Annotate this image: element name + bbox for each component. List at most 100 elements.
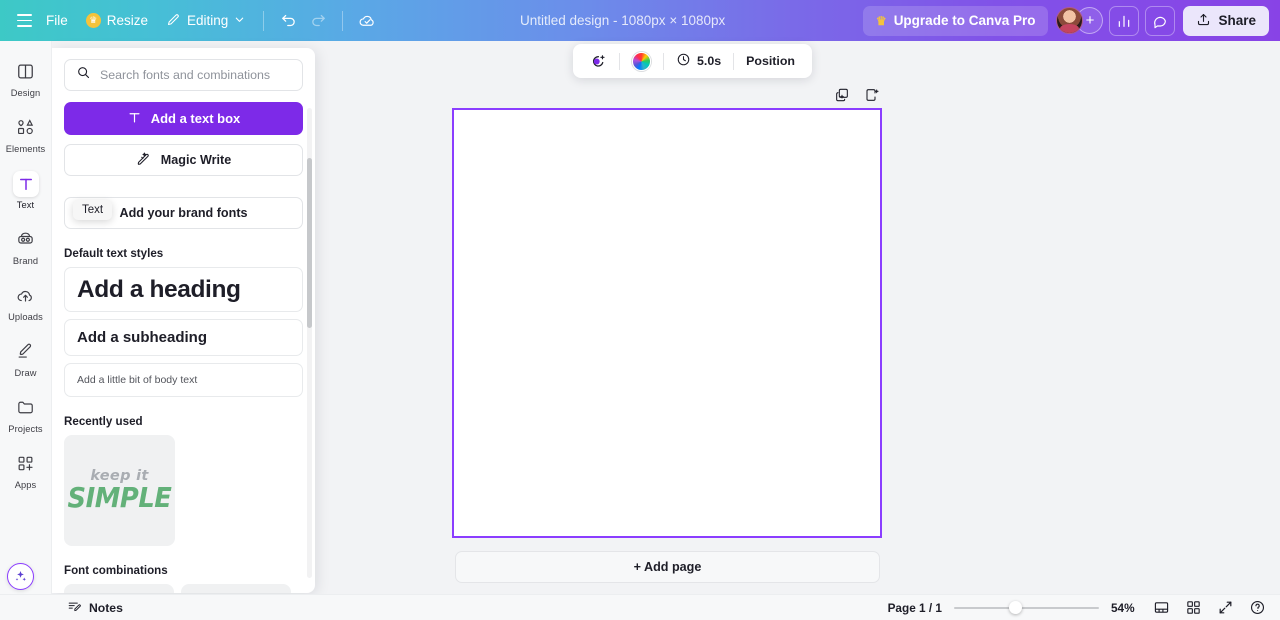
- design-icon: [13, 59, 39, 85]
- undo-icon[interactable]: [273, 7, 303, 35]
- zoom-slider-track: [954, 606, 1099, 609]
- style-add-heading[interactable]: Add a heading: [64, 267, 303, 312]
- add-page-icon[interactable]: [861, 85, 881, 105]
- uploads-icon: [13, 283, 39, 309]
- zoom-level[interactable]: 54%: [1111, 601, 1139, 615]
- redo-icon[interactable]: [303, 7, 333, 35]
- add-page-button[interactable]: + Add page: [455, 551, 880, 583]
- top-bar-right-group: ♛ Upgrade to Canva Pro + Share: [862, 5, 1280, 36]
- cloud-saved-icon[interactable]: [352, 7, 382, 35]
- recent-font-thumbnail[interactable]: keep it SIMPLE: [64, 435, 175, 546]
- divider: [733, 52, 735, 70]
- elements-icon: [13, 115, 39, 141]
- upgrade-label: Upgrade to Canva Pro: [893, 13, 1036, 28]
- draw-icon: [13, 339, 39, 365]
- font-combination-card[interactable]: [181, 584, 291, 593]
- font-search-box[interactable]: [64, 59, 303, 91]
- comment-icon[interactable]: [1145, 5, 1176, 36]
- top-bar-left-group: File ♛ Resize Editing: [0, 7, 382, 35]
- brand-icon: [13, 227, 39, 253]
- zoom-slider[interactable]: [954, 601, 1099, 615]
- sidebar-label: Uploads: [8, 311, 43, 322]
- sidebar-item-projects[interactable]: Projects: [2, 386, 50, 442]
- share-upload-icon: [1196, 12, 1211, 30]
- font-combination-card[interactable]: [64, 584, 174, 593]
- file-menu-label: File: [46, 13, 68, 28]
- document-title[interactable]: Untitled design - 1080px × 1080px: [510, 9, 735, 32]
- notes-icon: [67, 599, 82, 617]
- sidebar-label: Projects: [8, 423, 43, 434]
- bottom-bar: Notes Page 1 / 1 54%: [0, 594, 1280, 620]
- projects-icon: [13, 395, 39, 421]
- magic-pen-icon: [136, 151, 152, 170]
- sidebar-label: Draw: [14, 367, 37, 378]
- resize-label: Resize: [106, 13, 149, 28]
- position-button[interactable]: Position: [739, 48, 802, 74]
- sidebar-item-elements[interactable]: Elements: [2, 106, 50, 162]
- font-combinations-grid: [64, 584, 303, 593]
- rail-tooltip: Text: [73, 200, 113, 220]
- pencil-icon: [166, 12, 181, 30]
- divider: [342, 10, 344, 31]
- sidebar-item-apps[interactable]: Apps: [2, 442, 50, 498]
- bar-chart-icon[interactable]: [1109, 5, 1140, 36]
- zoom-slider-thumb[interactable]: [1009, 601, 1022, 614]
- page-tools: [832, 85, 881, 105]
- expand-icon[interactable]: [1215, 598, 1235, 618]
- sidebar-label: Design: [10, 87, 41, 98]
- element-toolbar: 5.0s Position: [573, 44, 812, 78]
- text-icon: [12, 170, 39, 197]
- font-combinations-title: Font combinations: [64, 564, 168, 577]
- sidebar-label: Apps: [14, 479, 37, 490]
- search-icon: [76, 65, 91, 85]
- add-text-box-button[interactable]: Add a text box: [64, 102, 303, 135]
- style-add-subheading[interactable]: Add a subheading: [64, 319, 303, 356]
- chevron-down-icon: [234, 13, 245, 28]
- share-label: Share: [1218, 13, 1256, 28]
- hamburger-menu-icon[interactable]: [11, 7, 37, 35]
- duplicate-page-icon[interactable]: [832, 85, 852, 105]
- page-indicator: Page 1 / 1: [887, 600, 942, 615]
- search-input[interactable]: [100, 68, 291, 82]
- recently-used-title: Recently used: [64, 415, 143, 428]
- page-view-icon[interactable]: [1151, 598, 1171, 618]
- text-panel: Add a text box Magic Write Add your bran…: [52, 48, 315, 593]
- grid-view-icon[interactable]: [1183, 598, 1203, 618]
- upgrade-to-pro-button[interactable]: ♛ Upgrade to Canva Pro: [862, 5, 1049, 36]
- bottom-bar-right: Page 1 / 1 54%: [888, 598, 1280, 618]
- sidebar-label: Elements: [5, 143, 46, 154]
- magic-write-label: Magic Write: [160, 153, 232, 167]
- top-bar-center: Untitled design - 1080px × 1080px: [382, 9, 863, 32]
- animate-icon[interactable]: [583, 48, 614, 74]
- text-T-icon: [127, 110, 142, 128]
- sidebar-label: Text: [16, 199, 35, 210]
- sidebar-item-text[interactable]: Text: [2, 162, 50, 218]
- sidebar-item-brand[interactable]: Brand: [2, 218, 50, 274]
- divider: [619, 52, 620, 70]
- magic-studio-button[interactable]: [7, 563, 34, 590]
- sidebar-item-uploads[interactable]: Uploads: [2, 274, 50, 330]
- style-add-body-text[interactable]: Add a little bit of body text: [64, 363, 303, 397]
- resize-button[interactable]: ♛ Resize: [77, 7, 157, 35]
- default-text-styles-title: Default text styles: [64, 247, 164, 260]
- sidebar-item-design[interactable]: Design: [2, 50, 50, 106]
- divider: [663, 52, 664, 70]
- color-wheel-icon: [632, 51, 651, 71]
- color-picker-button[interactable]: [625, 48, 658, 74]
- share-button[interactable]: Share: [1183, 5, 1269, 36]
- duration-label: 5.0s: [697, 54, 722, 68]
- page-duration-button[interactable]: 5.0s: [669, 48, 728, 74]
- notes-button[interactable]: Notes: [60, 596, 130, 620]
- help-icon[interactable]: [1247, 598, 1267, 618]
- editing-mode-button[interactable]: Editing: [157, 7, 254, 35]
- canva-editor-window: File ♛ Resize Editing Untitled design - …: [0, 0, 1280, 620]
- design-canvas[interactable]: [452, 108, 882, 538]
- add-text-box-label: Add a text box: [150, 111, 241, 126]
- top-bar: File ♛ Resize Editing Untitled design - …: [0, 0, 1280, 41]
- sidebar-item-draw[interactable]: Draw: [2, 330, 50, 386]
- apps-icon: [13, 451, 39, 477]
- file-menu-button[interactable]: File: [37, 7, 77, 35]
- magic-write-button[interactable]: Magic Write: [64, 144, 303, 176]
- divider: [263, 10, 265, 31]
- text-panel-content: Add a text box Magic Write Add your bran…: [52, 48, 315, 593]
